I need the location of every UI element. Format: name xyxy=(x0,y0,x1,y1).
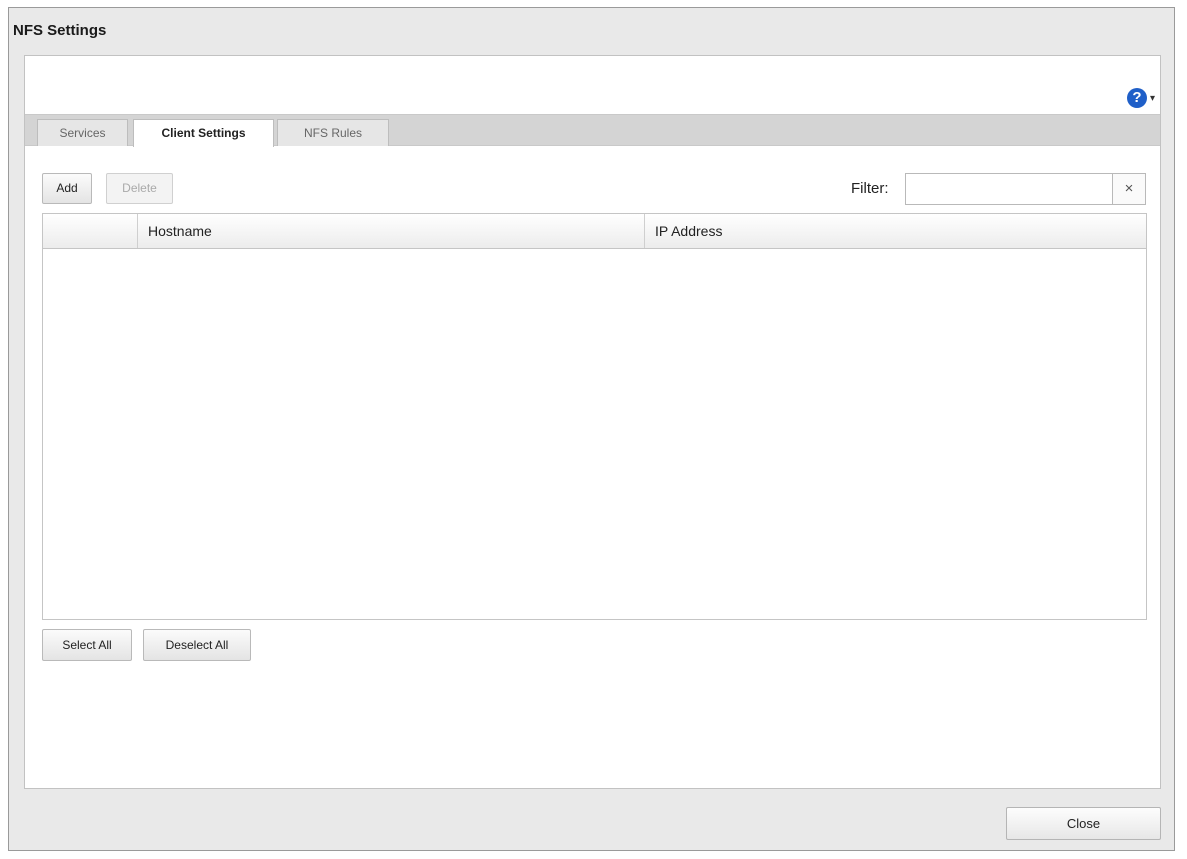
column-header-checkbox[interactable] xyxy=(43,214,138,248)
nfs-settings-dialog: NFS Settings ? ▾ Services Client Setting… xyxy=(8,7,1175,851)
table-body xyxy=(43,249,1146,619)
client-table: Hostname IP Address xyxy=(42,213,1147,620)
settings-panel: ? ▾ Services Client Settings NFS Rules A… xyxy=(24,55,1161,789)
close-button[interactable]: Close xyxy=(1006,807,1161,840)
question-circle-icon: ? xyxy=(1127,88,1147,108)
tab-nfs-rules[interactable]: NFS Rules xyxy=(277,119,389,146)
filter-label: Filter: xyxy=(851,180,889,197)
help-menu-button[interactable]: ? ▾ xyxy=(1127,86,1161,110)
table-header: Hostname IP Address xyxy=(43,214,1146,249)
tab-services[interactable]: Services xyxy=(37,119,128,146)
dialog-title: NFS Settings xyxy=(13,22,107,39)
add-button[interactable]: Add xyxy=(42,173,92,204)
delete-button[interactable]: Delete xyxy=(106,173,173,204)
deselect-all-button[interactable]: Deselect All xyxy=(143,629,251,661)
tab-client-settings[interactable]: Client Settings xyxy=(133,119,274,147)
chevron-down-icon: ▾ xyxy=(1150,92,1156,104)
filter-input[interactable] xyxy=(905,173,1113,205)
select-all-button[interactable]: Select All xyxy=(42,629,132,661)
clear-filter-button[interactable]: × xyxy=(1113,173,1146,205)
column-header-ip-address[interactable]: IP Address xyxy=(645,214,1146,248)
column-header-hostname[interactable]: Hostname xyxy=(138,214,645,248)
tab-bar: Services Client Settings NFS Rules xyxy=(25,114,1160,147)
